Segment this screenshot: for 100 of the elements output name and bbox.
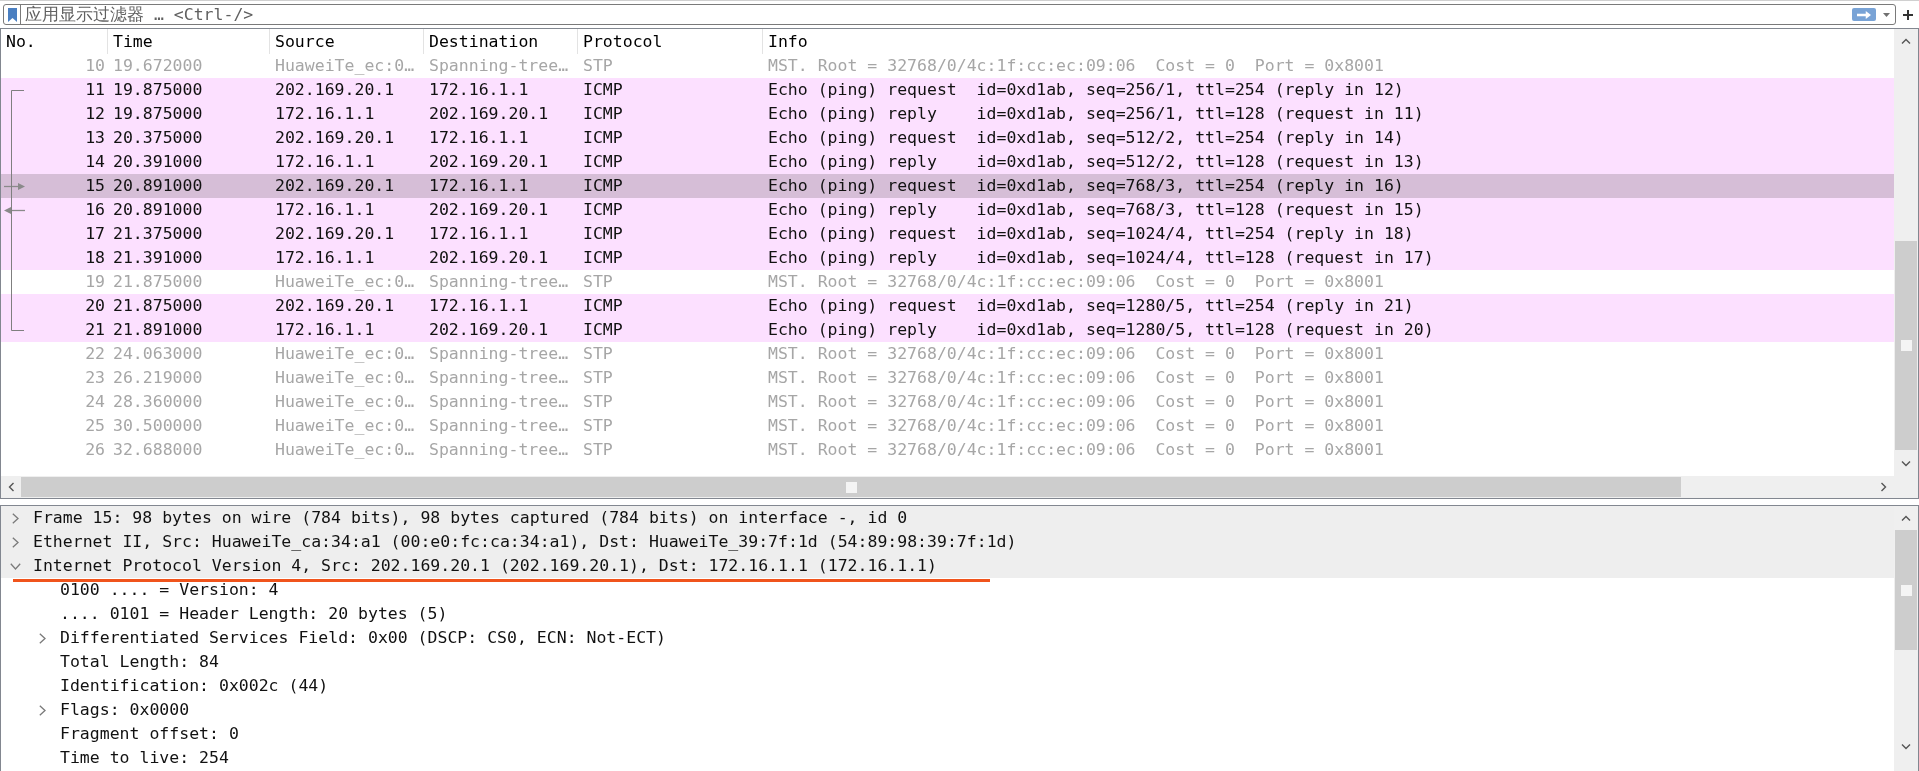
- destination-cell-text: Spanning-tree…: [428, 391, 570, 413]
- packet-row[interactable]: 15 20.891000 202.169.20.1 172.16.1.1 ICMP Echo (ping) request id=0xd1ab, seq=768/3, ttl=254 (reply in 16): [1, 174, 1894, 198]
- protocol-cell-text: STP: [582, 55, 614, 77]
- scroll-up-icon[interactable]: [1901, 38, 1911, 44]
- packet-number: 14: [85, 151, 105, 173]
- vertical-scrollbar[interactable]: [1894, 29, 1918, 476]
- info-cell-text: Echo (ping) reply id=0xd1ab, seq=256/1, ttl=128 (request in 11): [767, 103, 1425, 125]
- packet-number: 19: [85, 271, 105, 293]
- scroll-up-icon[interactable]: [1901, 515, 1911, 521]
- packet-row[interactable]: 17 21.375000 202.169.20.1 172.16.1.1 ICMP Echo (ping) request id=0xd1ab, seq=1024/4, ttl=254 (reply in 18): [1, 222, 1894, 246]
- tree-item[interactable]: Identification: 0x002c (44): [1, 674, 1894, 698]
- tree-item[interactable]: Fragment offset: 0: [1, 722, 1894, 746]
- protocol-cell-text: ICMP: [582, 223, 624, 245]
- source-cell-text: 202.169.20.1: [274, 79, 396, 101]
- tree-item[interactable]: Flags: 0x0000: [1, 698, 1894, 722]
- tree-item[interactable]: Frame 15: 98 bytes on wire (784 bits), 98 bytes captured (784 bits) on interface -, id 0: [1, 506, 1894, 530]
- horizontal-scrollbar[interactable]: [1, 476, 1894, 498]
- time-cell-text: 21.875000: [112, 271, 204, 293]
- source-cell-text: HuaweiTe_ec:0…: [274, 391, 416, 413]
- packet-row[interactable]: 20 21.875000 202.169.20.1 172.16.1.1 ICMP Echo (ping) request id=0xd1ab, seq=1280/5, ttl=254 (reply in 21): [1, 294, 1894, 318]
- tree-item[interactable]: Differentiated Services Field: 0x00 (DSCP: CS0, ECN: Not-ECT): [1, 626, 1894, 650]
- scrollbar-thumb[interactable]: [1895, 241, 1917, 450]
- destination-cell-text: 172.16.1.1: [428, 223, 530, 245]
- chevron-down-icon[interactable]: [10, 562, 21, 570]
- bookmark-icon[interactable]: [7, 7, 17, 22]
- tree-item[interactable]: Time to live: 254: [1, 746, 1894, 770]
- protocol-cell-text: STP: [582, 343, 614, 365]
- packet-row[interactable]: 14 20.391000 172.16.1.1 202.169.20.1 ICMP Echo (ping) reply id=0xd1ab, seq=512/2, ttl=128 (request in 13): [1, 150, 1894, 174]
- info-cell-text: MST. Root = 32768/0/4c:1f:cc:ec:09:06 Cost = 0 Port = 0x8001: [767, 367, 1385, 389]
- source-cell-text: HuaweiTe_ec:0…: [274, 415, 416, 437]
- scroll-left-icon[interactable]: [8, 482, 14, 492]
- destination-cell-text: Spanning-tree…: [428, 415, 570, 437]
- info-cell-text: MST. Root = 32768/0/4c:1f:cc:ec:09:06 Cost = 0 Port = 0x8001: [767, 343, 1385, 365]
- packet-number: 23: [85, 367, 105, 389]
- packet-row[interactable]: 21 21.891000 172.16.1.1 202.169.20.1 ICMP Echo (ping) reply id=0xd1ab, seq=1280/5, ttl=128 (request in 20): [1, 318, 1894, 342]
- info-cell-text: Echo (ping) reply id=0xd1ab, seq=768/3, ttl=128 (request in 15): [767, 199, 1425, 221]
- destination-cell-text: Spanning-tree…: [428, 55, 570, 77]
- info-cell-text: MST. Root = 32768/0/4c:1f:cc:ec:09:06 Cost = 0 Port = 0x8001: [767, 271, 1385, 293]
- vertical-scrollbar[interactable]: [1894, 506, 1918, 771]
- scroll-down-icon[interactable]: [1901, 744, 1911, 750]
- time-cell-text: 21.375000: [112, 223, 204, 245]
- packet-number: 24: [85, 391, 105, 413]
- packet-row[interactable]: 13 20.375000 202.169.20.1 172.16.1.1 ICMP Echo (ping) request id=0xd1ab, seq=512/2, ttl=254 (reply in 14): [1, 126, 1894, 150]
- packet-number: 25: [85, 415, 105, 437]
- destination-cell-text: Spanning-tree…: [428, 271, 570, 293]
- source-cell-text: 172.16.1.1: [274, 247, 376, 269]
- time-cell-text: 20.891000: [112, 175, 204, 197]
- source-cell-text: 202.169.20.1: [274, 295, 396, 317]
- protocol-cell-text: ICMP: [582, 199, 624, 221]
- info-cell-text: MST. Root = 32768/0/4c:1f:cc:ec:09:06 Cost = 0 Port = 0x8001: [767, 55, 1385, 77]
- scrollbar-thumb[interactable]: [1895, 530, 1917, 650]
- source-cell-text: HuaweiTe_ec:0…: [274, 55, 416, 77]
- protocol-cell-text: STP: [582, 415, 614, 437]
- time-cell-text: 20.391000: [112, 151, 204, 173]
- protocol-cell-text: ICMP: [582, 247, 624, 269]
- packet-row[interactable]: 11 19.875000 202.169.20.1 172.16.1.1 ICMP Echo (ping) request id=0xd1ab, seq=256/1, ttl=254 (reply in 12): [1, 78, 1894, 102]
- time-cell-text: 30.500000: [112, 415, 204, 437]
- column-header[interactable]: Info: [763, 29, 1894, 54]
- tree-item[interactable]: .... 0101 = Header Length: 20 bytes (5): [1, 602, 1894, 626]
- source-cell-text: HuaweiTe_ec:0…: [274, 439, 416, 461]
- plus-icon[interactable]: [1902, 9, 1913, 20]
- packet-number: 11: [85, 79, 105, 101]
- tree-item[interactable]: Ethernet II, Src: HuaweiTe_ca:34:a1 (00:e0:fc:ca:34:a1), Dst: HuaweiTe_39:7f:1d (54:89:98:39:7f:1d): [1, 530, 1894, 554]
- packet-number: 21: [85, 319, 105, 341]
- time-cell-text: 24.063000: [112, 343, 204, 365]
- tree-item[interactable]: 0100 .... = Version: 4: [1, 578, 1894, 602]
- scroll-down-icon[interactable]: [1901, 461, 1911, 467]
- info-cell-text: Echo (ping) request id=0xd1ab, seq=768/3, ttl=254 (reply in 16): [767, 175, 1405, 197]
- packet-number: 15: [85, 175, 105, 197]
- chevron-right-icon[interactable]: [39, 704, 46, 716]
- scrollbar-thumb[interactable]: [21, 477, 1681, 497]
- arrow-icon: [1857, 10, 1871, 19]
- source-cell-text: 202.169.20.1: [274, 127, 396, 149]
- packet-row[interactable]: 12 19.875000 172.16.1.1 202.169.20.1 ICMP Echo (ping) reply id=0xd1ab, seq=256/1, ttl=128 (request in 11): [1, 102, 1894, 126]
- source-cell-text: 172.16.1.1: [274, 151, 376, 173]
- destination-cell-text: 172.16.1.1: [428, 79, 530, 101]
- packet-number: 22: [85, 343, 105, 365]
- destination-cell-text: 202.169.20.1: [428, 319, 550, 341]
- source-cell-text: 172.16.1.1: [274, 199, 376, 221]
- scroll-right-icon[interactable]: [1881, 482, 1887, 492]
- source-cell-text: HuaweiTe_ec:0…: [274, 271, 416, 293]
- destination-cell-text: 172.16.1.1: [428, 175, 530, 197]
- info-cell-text: MST. Root = 32768/0/4c:1f:cc:ec:09:06 Cost = 0 Port = 0x8001: [767, 391, 1385, 413]
- chevron-right-icon[interactable]: [39, 632, 46, 644]
- source-cell-text: 172.16.1.1: [274, 319, 376, 341]
- protocol-cell-text: ICMP: [582, 175, 624, 197]
- packet-number: 10: [85, 55, 105, 77]
- packet-row[interactable]: 18 21.391000 172.16.1.1 202.169.20.1 ICMP Echo (ping) reply id=0xd1ab, seq=1024/4, ttl=128 (request in 17): [1, 246, 1894, 270]
- packet-number: 17: [85, 223, 105, 245]
- tree-item[interactable]: Total Length: 84: [1, 650, 1894, 674]
- chevron-right-icon[interactable]: [12, 512, 19, 524]
- dropdown-caret-icon[interactable]: [1883, 12, 1890, 17]
- info-cell-text: Echo (ping) reply id=0xd1ab, seq=512/2, ttl=128 (request in 13): [767, 151, 1425, 173]
- apply-filter-button[interactable]: [1852, 8, 1876, 21]
- destination-cell-text: 202.169.20.1: [428, 247, 550, 269]
- packet-number: 13: [85, 127, 105, 149]
- chevron-right-icon[interactable]: [12, 536, 19, 548]
- packet-row[interactable]: 16 20.891000 172.16.1.1 202.169.20.1 ICMP Echo (ping) reply id=0xd1ab, seq=768/3, ttl=128 (request in 15): [1, 198, 1894, 222]
- source-cell-text: HuaweiTe_ec:0…: [274, 343, 416, 365]
- time-cell-text: 21.875000: [112, 295, 204, 317]
